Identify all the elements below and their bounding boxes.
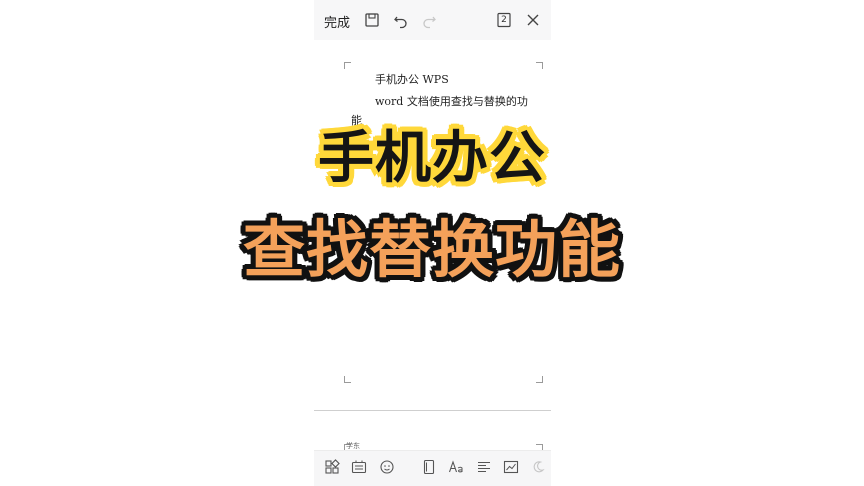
save-icon[interactable] <box>363 11 381 29</box>
overlay-title-line2: 查找替换功能 <box>242 213 621 286</box>
chart-insert-icon[interactable] <box>503 459 519 475</box>
top-toolbar: 完成 2 <box>314 0 551 41</box>
close-icon[interactable] <box>524 11 542 29</box>
page-count-icon[interactable]: 2 <box>495 11 513 29</box>
keyboard-insert-icon[interactable] <box>351 459 367 475</box>
overlay-title-line1: 手机办公 <box>318 126 546 191</box>
document-line[interactable]: word 文档使用查找与替换的功 <box>375 93 528 109</box>
night-mode-icon[interactable] <box>530 459 546 475</box>
undo-icon[interactable] <box>392 11 410 29</box>
emoji-icon[interactable] <box>379 459 395 475</box>
page-corner-mark <box>536 376 543 383</box>
page-count-label: 2 <box>501 15 507 25</box>
page-corner-mark <box>344 62 351 69</box>
paragraph-align-icon[interactable] <box>476 459 492 475</box>
document-view-icon[interactable] <box>421 459 437 475</box>
done-button[interactable]: 完成 <box>324 12 350 31</box>
page-corner-mark <box>536 62 543 69</box>
bottom-toolbar <box>314 450 551 486</box>
page-corner-mark <box>344 376 351 383</box>
grid-apps-icon[interactable] <box>324 459 340 475</box>
page-divider <box>314 410 551 411</box>
document-line[interactable]: 手机办公 WPS <box>375 71 449 87</box>
font-style-icon[interactable] <box>448 459 464 475</box>
redo-icon[interactable] <box>420 11 438 29</box>
